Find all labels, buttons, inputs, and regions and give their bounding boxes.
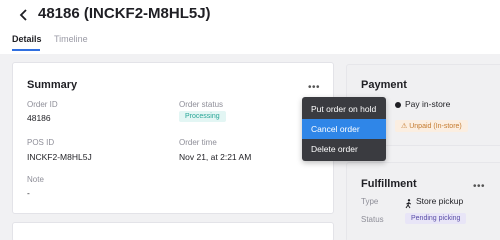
type-label: Type [361,197,379,206]
pos-id-label: POS ID [27,138,55,147]
tab-details-label: Details [12,34,42,44]
payment-status-text: Unpaid (In-store) [409,123,462,130]
tab-details[interactable]: Details [12,34,42,51]
tab-timeline[interactable]: Timeline [54,34,88,44]
chevron-left-icon[interactable] [17,8,31,22]
type-value: Store pickup [416,196,464,206]
note-label: Note [27,175,44,184]
summary-card: Summary ••• Order ID 48186 Order status … [12,62,334,214]
menu-item-hold[interactable]: Put order on hold [302,99,386,119]
active-tab-indicator [12,49,40,51]
payment-title: Payment [361,79,407,91]
payment-method-icon [395,102,401,108]
payment-status-badge: ⚠ Unpaid (In-store) [395,120,468,132]
fulfillment-status-badge: Pending picking [405,213,467,224]
walking-person-icon [405,196,412,209]
status-label: Status [361,215,384,224]
tab-timeline-label: Timeline [54,34,88,44]
menu-item-cancel[interactable]: Cancel order [302,119,386,139]
ellipsis-icon[interactable]: ••• [308,83,320,93]
fulfillment-card: Fulfillment ••• Type Store pickup Status… [346,162,500,240]
payment-method: Pay in-store [405,99,451,109]
ellipsis-icon[interactable]: ••• [473,182,485,192]
warning-triangle-icon: ⚠ [401,123,408,130]
next-card [12,222,334,240]
order-id-label: Order ID [27,100,58,109]
menu-item-delete[interactable]: Delete order [302,139,386,159]
fulfillment-title: Fulfillment [361,178,417,190]
order-id-value: 48186 [27,113,51,123]
note-value: - [27,188,30,198]
status-badge: Processing [179,111,226,122]
summary-title: Summary [27,79,78,91]
order-actions-menu: Put order on hold Cancel order Delete or… [302,97,386,161]
order-status-label: Order status [179,100,224,109]
tab-bar: Details Timeline [0,30,500,54]
page-title: 48186 (INCKF2-M8HL5J) [38,5,211,22]
order-time-label: Order time [179,138,217,147]
pos-id-value: INCKF2-M8HL5J [27,152,92,162]
order-time-value: Nov 21, at 2:21 AM [179,152,252,162]
